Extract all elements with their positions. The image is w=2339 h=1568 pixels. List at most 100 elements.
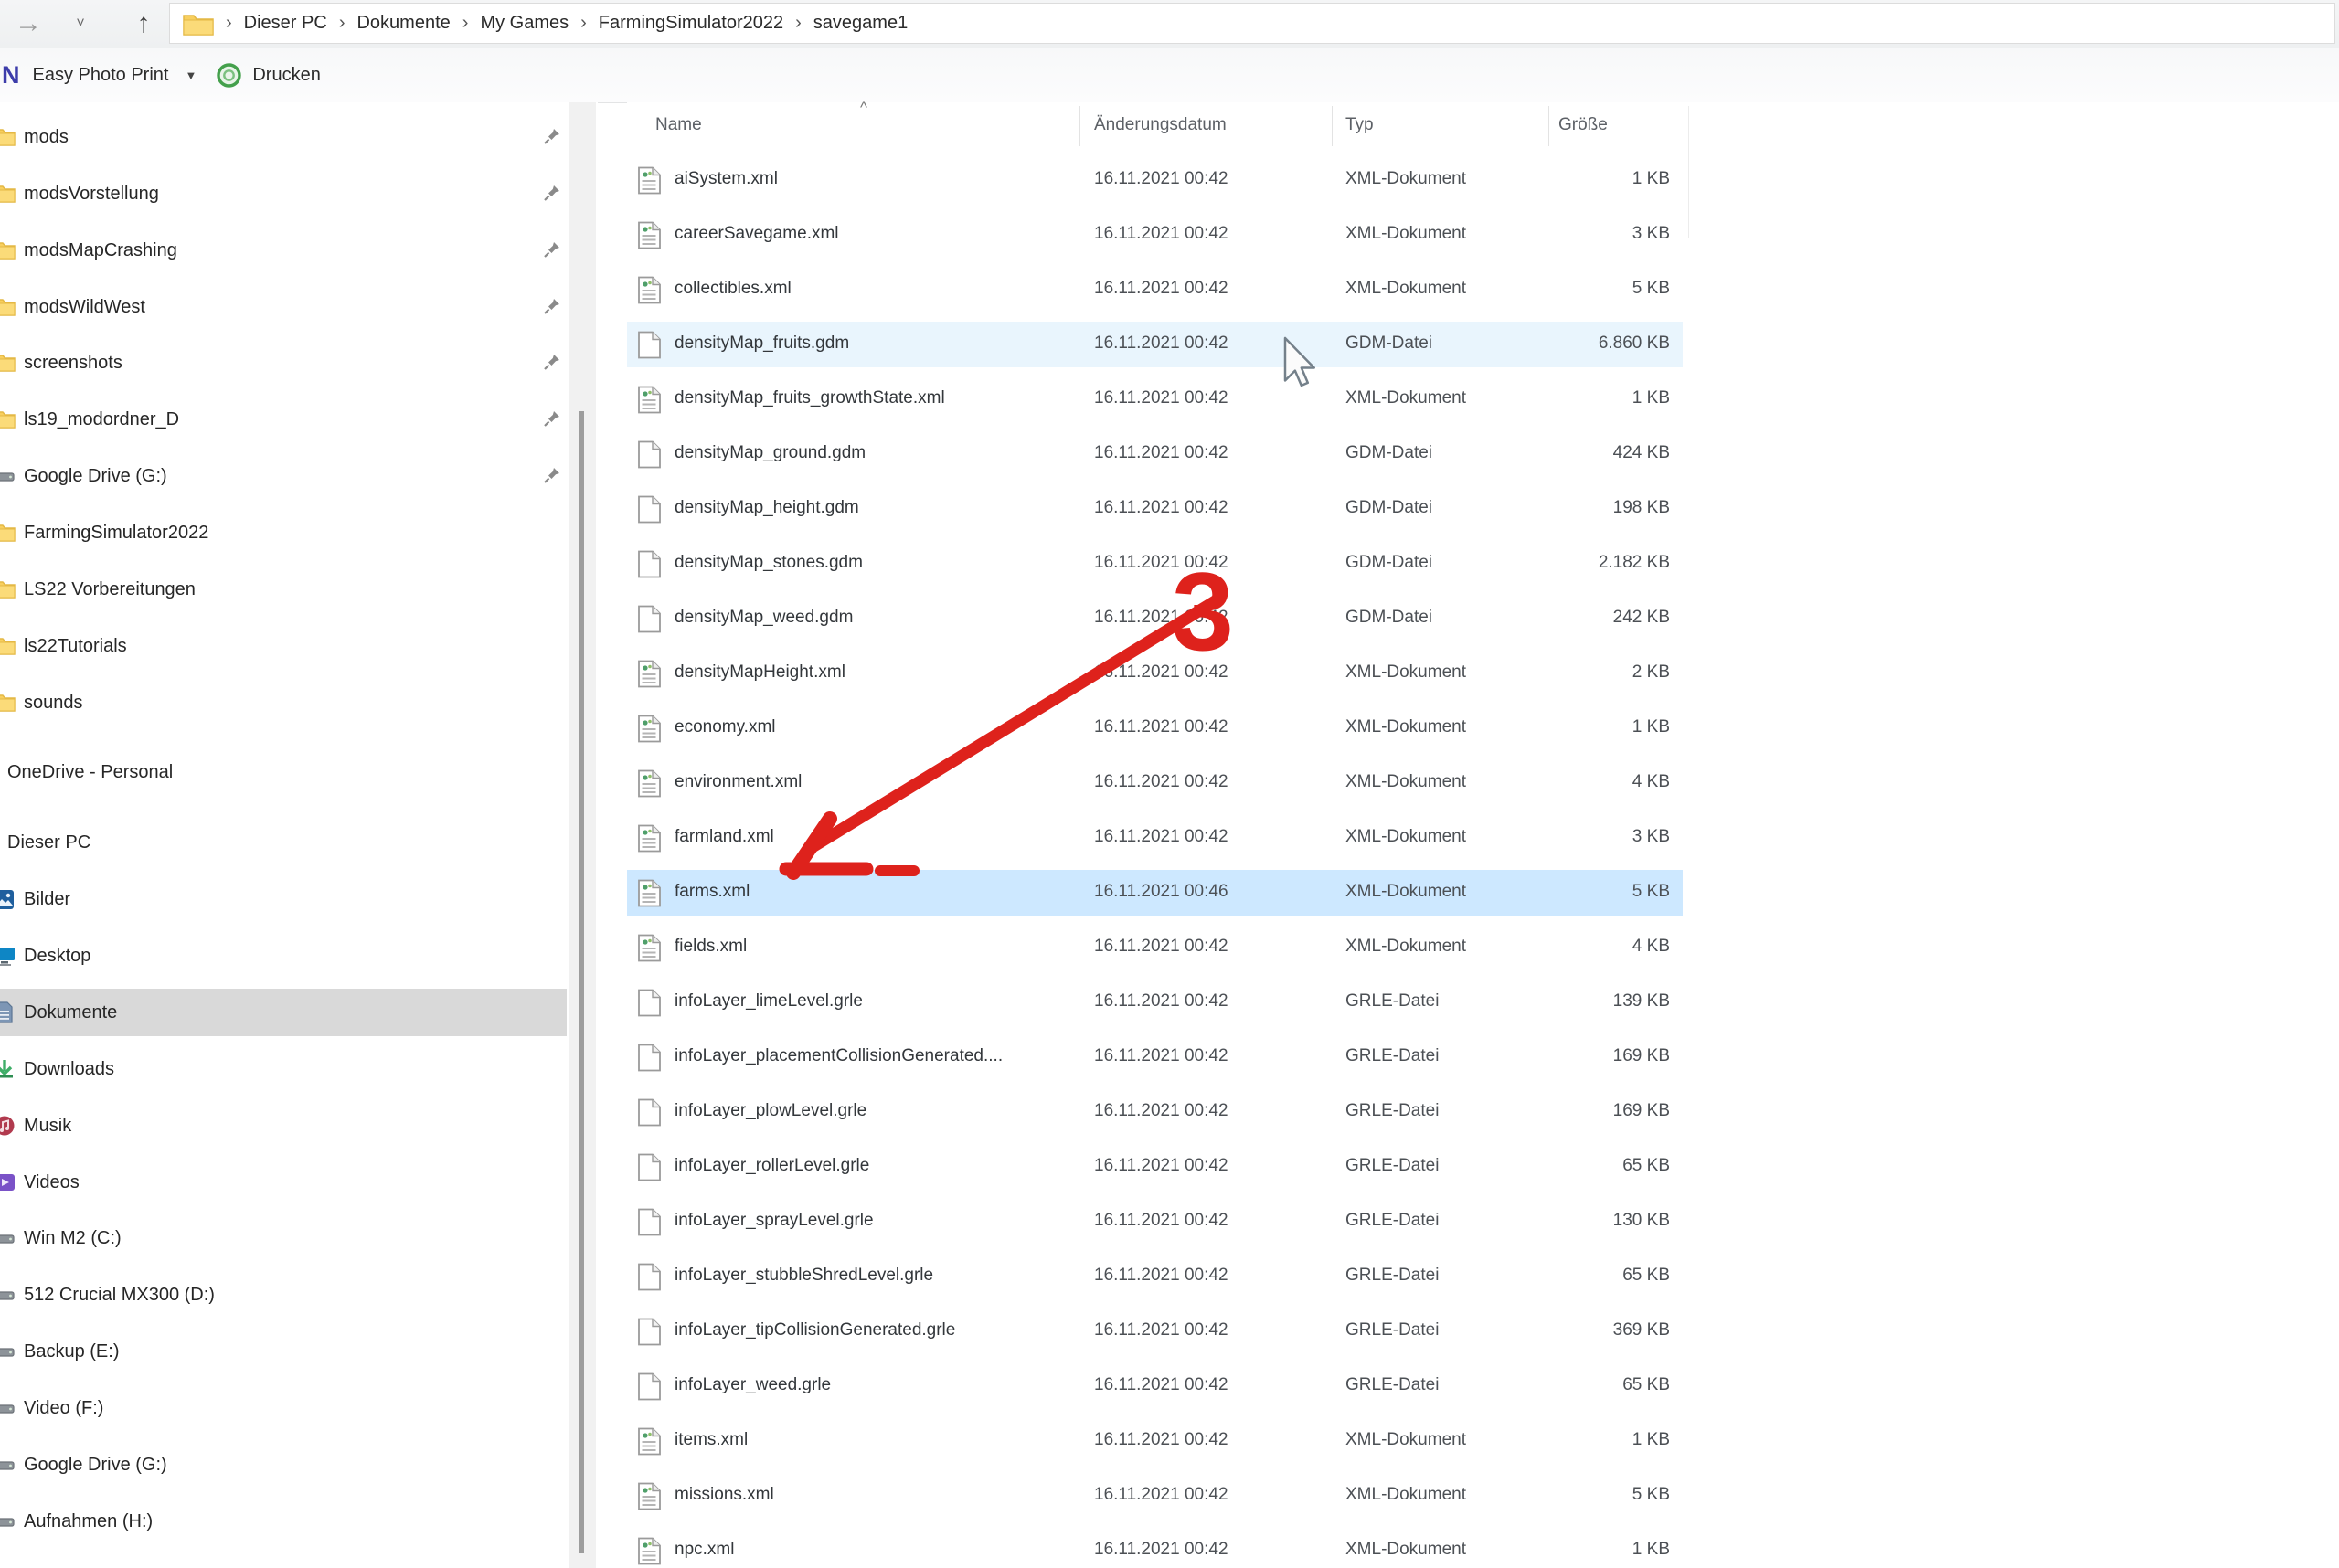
column-divider[interactable] (1688, 106, 1689, 238)
file-row-infolayer-spraylevel-grle[interactable]: infoLayer_sprayLevel.grle16.11.2021 00:4… (627, 1199, 1683, 1245)
sidebar-item-label: ls22Tutorials (24, 636, 127, 657)
sidebar-item-bilder[interactable]: Bilder (0, 875, 567, 923)
sidebar-item-downloads[interactable]: Downloads (0, 1045, 567, 1093)
sidebar-section-dieser-pc[interactable]: Dieser PC (0, 819, 567, 866)
file-name: densityMap_weed.gdm (675, 608, 853, 628)
file-row-infolayer-weed-grle[interactable]: infoLayer_weed.grle16.11.2021 00:42GRLE-… (627, 1363, 1683, 1409)
file-type: GRLE-Datei (1345, 1266, 1439, 1286)
file-row-densitymap-height-gdm[interactable]: densityMap_height.gdm16.11.2021 00:42GDM… (627, 486, 1683, 532)
file-row-densitymap-weed-gdm[interactable]: densityMap_weed.gdm16.11.2021 00:42GDM-D… (627, 596, 1683, 641)
file-row-careersavegame-xml[interactable]: careerSavegame.xml16.11.2021 00:42XML-Do… (627, 212, 1683, 258)
blank-file-icon (637, 440, 662, 469)
sidebar-item-dokumente[interactable]: Dokumente (0, 989, 567, 1036)
file-row-farmland-xml[interactable]: farmland.xml16.11.2021 00:42XML-Dokument… (627, 815, 1683, 861)
file-row-densitymap-ground-gdm[interactable]: densityMap_ground.gdm16.11.2021 00:42GDM… (627, 431, 1683, 477)
column-divider[interactable] (1548, 106, 1549, 146)
file-row-densitymap-fruits-growthstate-xml[interactable]: densityMap_fruits_growthState.xml16.11.2… (627, 376, 1683, 422)
file-row-npc-xml[interactable]: npc.xml16.11.2021 00:42XML-Dokument1 KB (627, 1528, 1683, 1568)
sidebar-item-farmingsimulator2022[interactable]: FarmingSimulator2022 (0, 509, 567, 556)
file-row-aisystem-xml[interactable]: aiSystem.xml16.11.2021 00:42XML-Dokument… (627, 157, 1683, 203)
sidebar-item-aufnahmen-h-[interactable]: Aufnahmen (H:) (0, 1498, 567, 1545)
blank-file-icon (637, 331, 662, 359)
sidebar-section-onedrive-personal[interactable]: OneDrive - Personal (0, 748, 567, 796)
file-row-collectibles-xml[interactable]: collectibles.xml16.11.2021 00:42XML-Doku… (627, 267, 1683, 313)
sidebar-item-label: Win M2 (C:) (24, 1228, 122, 1249)
breadcrumb-item[interactable]: Dieser PC (244, 13, 327, 33)
xml-file-icon (637, 386, 662, 414)
address-bar[interactable]: ›Dieser PC›Dokumente›My Games›FarmingSim… (169, 3, 2335, 44)
breadcrumb-item[interactable]: FarmingSimulator2022 (599, 13, 783, 33)
sidebar-item-backup-e-[interactable]: Backup (E:) (0, 1328, 567, 1375)
drucken-button[interactable]: Drucken (252, 65, 320, 86)
sidebar-item-label: Dieser PC (7, 832, 90, 853)
sidebar-item-label: Google Drive (G:) (24, 1455, 167, 1476)
easy-photo-print-button[interactable]: Easy Photo Print (33, 65, 169, 86)
pin-icon (543, 184, 561, 202)
column-header-typ[interactable]: Typ (1345, 115, 1374, 135)
file-row-infolayer-limelevel-grle[interactable]: infoLayer_limeLevel.grle16.11.2021 00:42… (627, 980, 1683, 1025)
up-icon[interactable]: ↑ (121, 0, 166, 48)
file-row-infolayer-rollerlevel-grle[interactable]: infoLayer_rollerLevel.grle16.11.2021 00:… (627, 1144, 1683, 1190)
file-row-farms-xml[interactable]: farms.xml16.11.2021 00:46XML-Dokument5 K… (627, 870, 1683, 916)
xml-file-icon (637, 934, 662, 962)
file-row-economy-xml[interactable]: economy.xml16.11.2021 00:42XML-Dokument1… (627, 705, 1683, 751)
file-row-infolayer-plowlevel-grle[interactable]: infoLayer_plowLevel.grle16.11.2021 00:42… (627, 1089, 1683, 1135)
sidebar-item-screenshots[interactable]: screenshots (0, 339, 567, 387)
blank-file-icon (637, 1208, 662, 1236)
breadcrumb-item[interactable]: savegame1 (813, 13, 908, 33)
sidebar-item-modsmapcrashing[interactable]: modsMapCrashing (0, 227, 567, 274)
column-header--nderungsdatum[interactable]: Änderungsdatum (1094, 115, 1227, 135)
sidebar-item-desktop[interactable]: Desktop (0, 932, 567, 980)
easy-photo-print-dropdown-icon[interactable]: ▼ (185, 69, 197, 82)
xml-file-icon (637, 824, 662, 853)
sidebar-item-google-drive-g-[interactable]: Google Drive (G:) (0, 1441, 567, 1489)
breadcrumb-item[interactable]: My Games (480, 13, 569, 33)
sidebar-scrollbar-thumb[interactable] (579, 411, 584, 1553)
file-row-infolayer-stubbleshredlevel-grle[interactable]: infoLayer_stubbleShredLevel.grle16.11.20… (627, 1254, 1683, 1299)
documents-icon (0, 1001, 16, 1023)
file-row-densitymap-fruits-gdm[interactable]: densityMap_fruits.gdm16.11.2021 00:42GDM… (627, 322, 1683, 367)
file-name: npc.xml (675, 1540, 734, 1560)
sidebar-item-mods[interactable]: mods (0, 113, 567, 161)
sidebar-item-modsvorstellung[interactable]: modsVorstellung (0, 170, 567, 217)
file-date: 16.11.2021 00:42 (1094, 169, 1228, 189)
blank-file-icon (637, 1044, 662, 1072)
sidebar-item-ls22tutorials[interactable]: ls22Tutorials (0, 622, 567, 670)
file-row-missions-xml[interactable]: missions.xml16.11.2021 00:42XML-Dokument… (627, 1473, 1683, 1519)
sidebar-item-sounds[interactable]: sounds (0, 679, 567, 726)
pictures-icon (0, 888, 16, 910)
xml-file-icon (637, 769, 662, 798)
column-header-gr-e[interactable]: Größe (1558, 115, 1608, 135)
file-row-fields-xml[interactable]: fields.xml16.11.2021 00:42XML-Dokument4 … (627, 925, 1683, 970)
sidebar-item-modswildwest[interactable]: modsWildWest (0, 283, 567, 331)
sidebar-item-videos[interactable]: Videos (0, 1159, 567, 1206)
sidebar-item-ls19-modordner-d[interactable]: ls19_modordner_D (0, 396, 567, 443)
sidebar-scrollbar-track[interactable] (569, 102, 596, 1568)
file-name: items.xml (675, 1430, 748, 1450)
column-header-name[interactable]: Name (655, 115, 702, 135)
file-row-environment-xml[interactable]: environment.xml16.11.2021 00:42XML-Dokum… (627, 760, 1683, 806)
breadcrumb-item[interactable]: Dokumente (356, 13, 450, 33)
sidebar-item-musik[interactable]: Musik (0, 1102, 567, 1150)
file-row-densitymapheight-xml[interactable]: densityMapHeight.xml16.11.2021 00:42XML-… (627, 651, 1683, 696)
folder-icon (0, 352, 16, 374)
sidebar-item-google-drive-g-[interactable]: Google Drive (G:) (0, 452, 567, 500)
history-dropdown-icon[interactable]: ˅ (64, 0, 97, 48)
sidebar-item-ls22-vorbereitungen[interactable]: LS22 Vorbereitungen (0, 566, 567, 613)
file-date: 16.11.2021 00:42 (1094, 1430, 1228, 1450)
sidebar-item-win-m2-c-[interactable]: Win M2 (C:) (0, 1214, 567, 1262)
column-divider[interactable] (1079, 106, 1080, 146)
sidebar-item-video-f-[interactable]: Video (F:) (0, 1384, 567, 1432)
forward-icon[interactable]: → (5, 0, 51, 48)
sidebar-item-label: Backup (E:) (24, 1341, 119, 1362)
sidebar-item-512-crucial-mx300-d-[interactable]: 512 Crucial MX300 (D:) (0, 1271, 567, 1319)
file-row-items-xml[interactable]: items.xml16.11.2021 00:42XML-Dokument1 K… (627, 1418, 1683, 1464)
file-size: 65 KB (1533, 1156, 1670, 1176)
file-row-densitymap-stones-gdm[interactable]: densityMap_stones.gdm16.11.2021 00:42GDM… (627, 541, 1683, 587)
file-type: GRLE-Datei (1345, 1375, 1439, 1395)
file-row-infolayer-tipcollisiongenerated-grle[interactable]: infoLayer_tipCollisionGenerated.grle16.1… (627, 1308, 1683, 1354)
file-explorer-window: → ˅ ↑ ›Dieser PC›Dokumente›My Games›Farm… (0, 0, 2339, 1568)
file-date: 16.11.2021 00:42 (1094, 1485, 1228, 1505)
file-row-infolayer-placementcollisiongenerated-[interactable]: infoLayer_placementCollisionGenerated...… (627, 1034, 1683, 1080)
column-divider[interactable] (1332, 106, 1333, 146)
